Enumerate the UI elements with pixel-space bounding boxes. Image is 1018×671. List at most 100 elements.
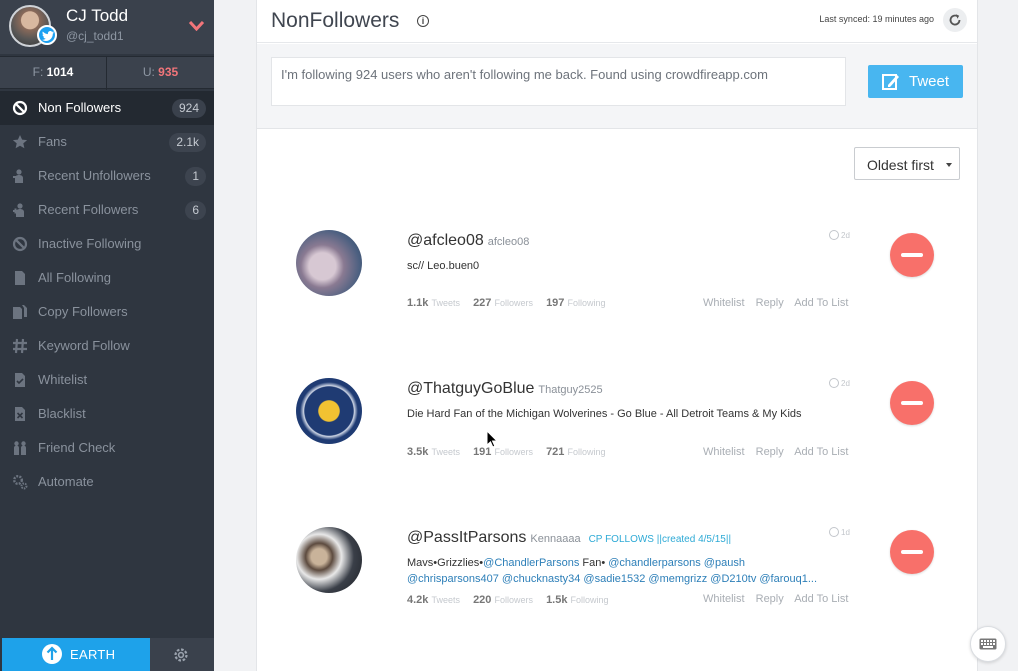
sidebar-item-copy-followers[interactable]: Copy Followers: [0, 295, 214, 329]
twitter-icon: [37, 25, 57, 45]
chevron-down-icon[interactable]: [189, 21, 204, 31]
reply-link[interactable]: Reply: [756, 297, 784, 309]
sidebar-item-all-following[interactable]: All Following: [0, 261, 214, 295]
nav-count-badge: 6: [185, 201, 206, 220]
timestamp: 2d: [829, 230, 850, 240]
settings-button[interactable]: [150, 638, 214, 671]
user-metrics: 1.1k Tweets 227 Followers 197 Following: [407, 297, 606, 309]
follow-stats: F: 1014 U: 935: [0, 56, 214, 90]
sidebar-item-label: Recent Followers: [38, 202, 139, 217]
unfollow-button[interactable]: [890, 233, 934, 277]
mention-link[interactable]: @ChandlerParsons: [483, 557, 579, 569]
sidebar-item-recent-unfollowers[interactable]: Recent Unfollowers 1: [0, 159, 214, 193]
sidebar-item-blacklist[interactable]: Blacklist: [0, 397, 214, 431]
profile-header[interactable]: CJ Todd @cj_todd1: [0, 0, 214, 54]
sidebar-item-label: Fans: [38, 134, 67, 149]
arrow-up-icon: [42, 644, 62, 664]
user-avatar[interactable]: [296, 527, 362, 593]
sidebar-item-friend-check[interactable]: Friend Check: [0, 431, 214, 465]
copy-icon: [13, 305, 27, 319]
earth-label: EARTH: [70, 647, 116, 662]
sidebar-item-inactive-following[interactable]: Inactive Following: [0, 227, 214, 261]
profile-handle: @cj_todd1: [66, 29, 124, 43]
sidebar-item-recent-followers[interactable]: Recent Followers 6: [0, 193, 214, 227]
sidebar-item-keyword-follow[interactable]: Keyword Follow: [0, 329, 214, 363]
timestamp: 1d: [829, 527, 850, 537]
nav-count-badge: 924: [171, 99, 206, 118]
page-title: NonFollowers: [271, 9, 400, 32]
whitelist-link[interactable]: Whitelist: [703, 446, 745, 458]
sidebar-item-label: Friend Check: [38, 440, 116, 455]
document-icon: [15, 271, 25, 285]
user-name: afcleo08: [487, 236, 530, 248]
sidebar-item-label: Inactive Following: [38, 236, 142, 251]
user-actions: Whitelist Reply Add To List: [703, 297, 856, 309]
earth-button[interactable]: EARTH: [2, 638, 150, 671]
user-avatar[interactable]: [296, 230, 362, 296]
refresh-icon: [949, 14, 961, 26]
user-plus-icon: [13, 203, 24, 217]
sidebar: CJ Todd @cj_todd1 F: 1014 U: 935 Non Fol…: [0, 0, 214, 671]
user-bio: Die Hard Fan of the Michigan Wolverines …: [407, 408, 802, 420]
add-to-list-link[interactable]: Add To List: [794, 297, 848, 309]
main-panel: NonFollowers i Last synced: 19 minutes a…: [256, 0, 978, 671]
reply-link[interactable]: Reply: [756, 593, 784, 605]
sort-dropdown[interactable]: Oldest first: [854, 147, 960, 180]
sidebar-item-automate[interactable]: Automate: [0, 465, 214, 499]
followers-stat: F: 1014: [0, 57, 107, 90]
unfollow-button[interactable]: [890, 530, 934, 574]
user-handle[interactable]: @afcleo08 afcleo08: [407, 232, 529, 250]
profile-name: CJ Todd: [66, 6, 129, 25]
user-handle[interactable]: @ThatguyGoBlue Thatguy2525: [407, 380, 603, 398]
tweet-button[interactable]: Tweet: [868, 65, 963, 98]
add-to-list-link[interactable]: Add To List: [794, 446, 848, 458]
hashtag-icon: [13, 338, 27, 354]
sidebar-item-label: Non Followers: [38, 100, 122, 115]
sidebar-item-label: Automate: [38, 474, 94, 489]
add-to-list-link[interactable]: Add To List: [794, 593, 848, 605]
keyboard-icon: [979, 638, 997, 650]
user-bio: sc// Leo.buen0: [407, 260, 480, 272]
sidebar-item-non-followers[interactable]: Non Followers 924: [0, 91, 214, 125]
nav-count-badge: 1: [185, 167, 206, 186]
whitelist-link[interactable]: Whitelist: [703, 297, 745, 309]
clock-icon: [829, 378, 839, 388]
mention-link[interactable]: @chrisparsons407 @chucknasty34 @sadie153…: [407, 573, 817, 585]
mention-link[interactable]: @chandlerparsons @paush: [608, 557, 745, 569]
user-bio: Mavs•Grizzlies•@ChandlerParsons Fan• @ch…: [407, 557, 818, 585]
gears-icon: [13, 475, 28, 490]
refresh-button[interactable]: [943, 8, 967, 32]
user-tag: CP FOLLOWS ||created 4/5/15||: [588, 534, 732, 545]
user-minus-icon: [13, 169, 23, 183]
nav-count-badge: 2.1k: [169, 133, 206, 152]
user-actions: Whitelist Reply Add To List: [703, 446, 856, 458]
user-metrics: 3.5k Tweets 191 Followers 721 Following: [407, 446, 606, 458]
clock-icon: [829, 527, 839, 537]
check-document-icon: [15, 373, 25, 387]
user-handle[interactable]: @PassItParsons Kennaaaa CP FOLLOWS ||creat…: [407, 529, 731, 547]
whitelist-link[interactable]: Whitelist: [703, 593, 745, 605]
list-item: @ThatguyGoBlue Thatguy2525 2d Die Hard Fa…: [257, 378, 977, 498]
mouse-cursor-icon: [486, 430, 498, 448]
user-avatar[interactable]: [296, 378, 362, 444]
page-header: NonFollowers i Last synced: 19 minutes a…: [257, 0, 977, 43]
sidebar-item-label: Whitelist: [38, 372, 88, 387]
keyboard-shortcuts-button[interactable]: [970, 626, 1006, 662]
sidebar-item-label: Blacklist: [38, 406, 86, 421]
info-icon[interactable]: i: [417, 15, 429, 27]
tweet-textarea[interactable]: I'm following 924 users who aren't follo…: [271, 57, 846, 106]
block-icon: [12, 100, 28, 116]
sidebar-item-whitelist[interactable]: Whitelist: [0, 363, 214, 397]
sort-selected: Oldest first: [867, 157, 934, 173]
sidebar-item-label: Copy Followers: [38, 304, 128, 319]
sidebar-item-label: Recent Unfollowers: [38, 168, 151, 183]
reply-link[interactable]: Reply: [756, 446, 784, 458]
block-icon: [12, 236, 28, 252]
sidebar-item-fans[interactable]: Fans 2.1k: [0, 125, 214, 159]
caret-down-icon: [946, 163, 952, 167]
timestamp: 2d: [829, 378, 850, 388]
sidebar-item-label: Keyword Follow: [38, 338, 130, 353]
list-item: @afcleo08 afcleo08 2d sc// Leo.buen0 1.1k…: [257, 230, 977, 350]
gear-icon: [174, 648, 188, 662]
unfollow-button[interactable]: [890, 381, 934, 425]
